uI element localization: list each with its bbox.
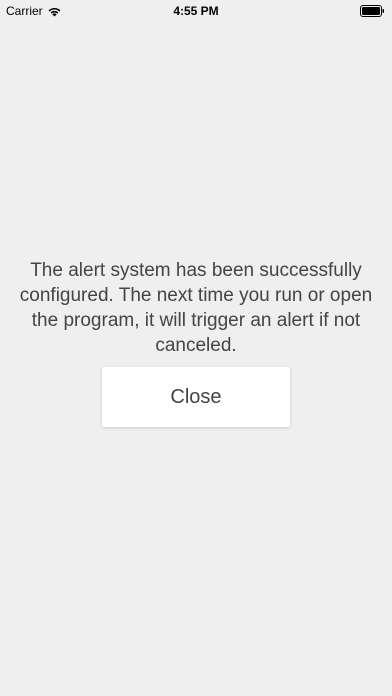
battery-icon <box>360 5 384 17</box>
status-time: 4:55 PM <box>173 4 219 18</box>
status-bar: Carrier 4:55 PM <box>0 0 392 22</box>
alert-confirmation-message: The alert system has been successfully c… <box>19 260 373 356</box>
close-button[interactable]: Close <box>102 367 290 427</box>
